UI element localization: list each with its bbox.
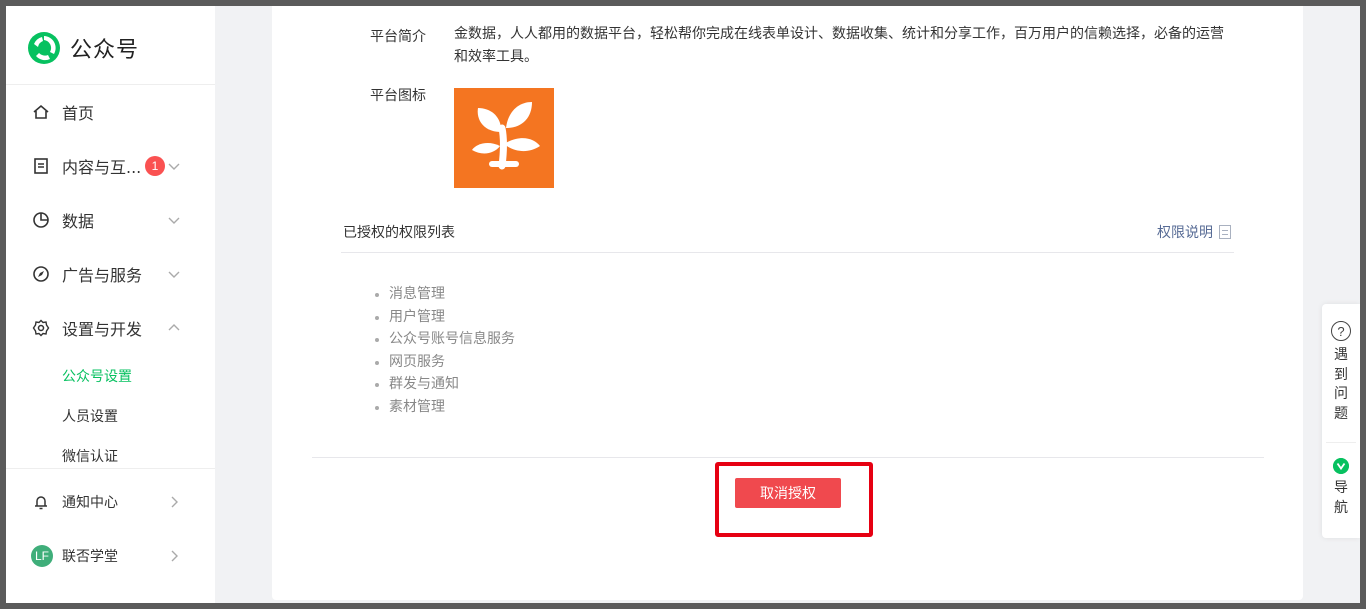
permission-list: 消息管理 用户管理 公众号账号信息服务 网页服务 群发与通知 素材管理 bbox=[375, 283, 515, 418]
chevron-down-icon bbox=[168, 217, 180, 224]
sidebar-item-notifications[interactable]: 通知中心 bbox=[6, 482, 215, 522]
permission-list-title: 已授权的权限列表 bbox=[343, 225, 455, 241]
document-icon bbox=[1219, 225, 1231, 239]
guide-icon bbox=[1333, 458, 1349, 474]
sidebar-subitem-account-settings[interactable]: 公众号设置 bbox=[62, 366, 132, 386]
app-window: 公众号 首页 内容与互... 1 数据 广告与服务 设置与开发 公众号设置 人员… bbox=[6, 6, 1360, 603]
chevron-down-icon bbox=[168, 271, 180, 278]
divider bbox=[341, 252, 1234, 253]
help-button[interactable]: ? 遇 到 问 题 bbox=[1322, 304, 1360, 442]
home-icon bbox=[33, 104, 49, 119]
sidebar-item-label: 内容与互... bbox=[62, 158, 142, 177]
help-text-char: 问 bbox=[1334, 386, 1348, 402]
divider bbox=[6, 84, 215, 85]
app-name: 公众号 bbox=[70, 38, 140, 63]
platform-icon-label: 平台图标 bbox=[370, 88, 426, 104]
gear-icon bbox=[32, 319, 50, 337]
chevron-down-icon bbox=[168, 163, 180, 170]
sidebar-item-data[interactable]: 数据 bbox=[6, 200, 215, 240]
sidebar-item-label: 广告与服务 bbox=[62, 266, 143, 285]
permission-help-label: 权限说明 bbox=[1157, 225, 1213, 241]
pie-chart-icon bbox=[33, 212, 49, 228]
sidebar-item-home[interactable]: 首页 bbox=[6, 92, 215, 132]
sidebar-item-label: 联否学堂 bbox=[62, 549, 118, 565]
list-item: 素材管理 bbox=[375, 396, 515, 419]
sidebar-item-label: 设置与开发 bbox=[62, 320, 143, 339]
notification-badge: 1 bbox=[145, 156, 165, 176]
sidebar-item-ads-services[interactable]: 广告与服务 bbox=[6, 254, 215, 294]
main-panel: 平台简介 金数据，人人都用的数据平台，轻松帮你完成在线表单设计、数据收集、统计和… bbox=[272, 6, 1303, 600]
sidebar-item-label: 数据 bbox=[62, 212, 95, 231]
sidebar-item-account[interactable]: LF 联否学堂 bbox=[6, 536, 215, 576]
permission-help-link[interactable]: 权限说明 bbox=[1157, 222, 1231, 242]
chevron-right-icon bbox=[171, 550, 178, 562]
help-text-char: 到 bbox=[1334, 366, 1348, 383]
sidebar-item-content[interactable]: 内容与互... 1 bbox=[6, 146, 215, 186]
sidebar-subitem-member-settings[interactable]: 人员设置 bbox=[62, 406, 118, 426]
sidebar-item-label: 通知中心 bbox=[62, 495, 118, 511]
floating-help-panel: ? 遇 到 问 题 导 航 bbox=[1322, 304, 1360, 538]
document-icon bbox=[34, 158, 48, 174]
chevron-right-icon bbox=[171, 496, 178, 508]
brand[interactable]: 公众号 bbox=[26, 30, 139, 66]
list-item: 用户管理 bbox=[375, 306, 515, 329]
list-item: 群发与通知 bbox=[375, 373, 515, 396]
divider bbox=[312, 457, 1264, 458]
cancel-authorization-button[interactable]: 取消授权 bbox=[735, 478, 841, 508]
tree-logo-icon bbox=[472, 102, 540, 170]
list-item: 网页服务 bbox=[375, 351, 515, 374]
list-item: 消息管理 bbox=[375, 283, 515, 306]
compass-icon bbox=[33, 266, 49, 282]
platform-intro-label: 平台简介 bbox=[370, 29, 426, 45]
platform-icon bbox=[454, 88, 554, 188]
sidebar: 公众号 首页 内容与互... 1 数据 广告与服务 设置与开发 公众号设置 人员… bbox=[6, 6, 215, 603]
sidebar-item-settings-dev[interactable]: 设置与开发 bbox=[6, 308, 215, 348]
help-text-char: 遇 bbox=[1334, 347, 1348, 363]
platform-intro-text: 金数据，人人都用的数据平台，轻松帮你完成在线表单设计、数据收集、统计和分享工作，… bbox=[454, 26, 1224, 65]
avatar: LF bbox=[31, 545, 53, 567]
guide-text-char: 导 bbox=[1334, 480, 1348, 496]
help-text-char: 题 bbox=[1334, 405, 1348, 422]
divider bbox=[6, 468, 215, 469]
question-icon: ? bbox=[1331, 321, 1351, 341]
list-item: 公众号账号信息服务 bbox=[375, 328, 515, 351]
bell-icon bbox=[35, 496, 47, 510]
guide-text-char: 航 bbox=[1334, 499, 1348, 516]
chevron-up-icon bbox=[168, 324, 180, 331]
wechat-mp-logo-icon bbox=[28, 32, 60, 64]
sidebar-item-label: 首页 bbox=[62, 104, 95, 123]
sidebar-subitem-wechat-verification[interactable]: 微信认证 bbox=[62, 446, 118, 466]
divider bbox=[1326, 442, 1356, 443]
